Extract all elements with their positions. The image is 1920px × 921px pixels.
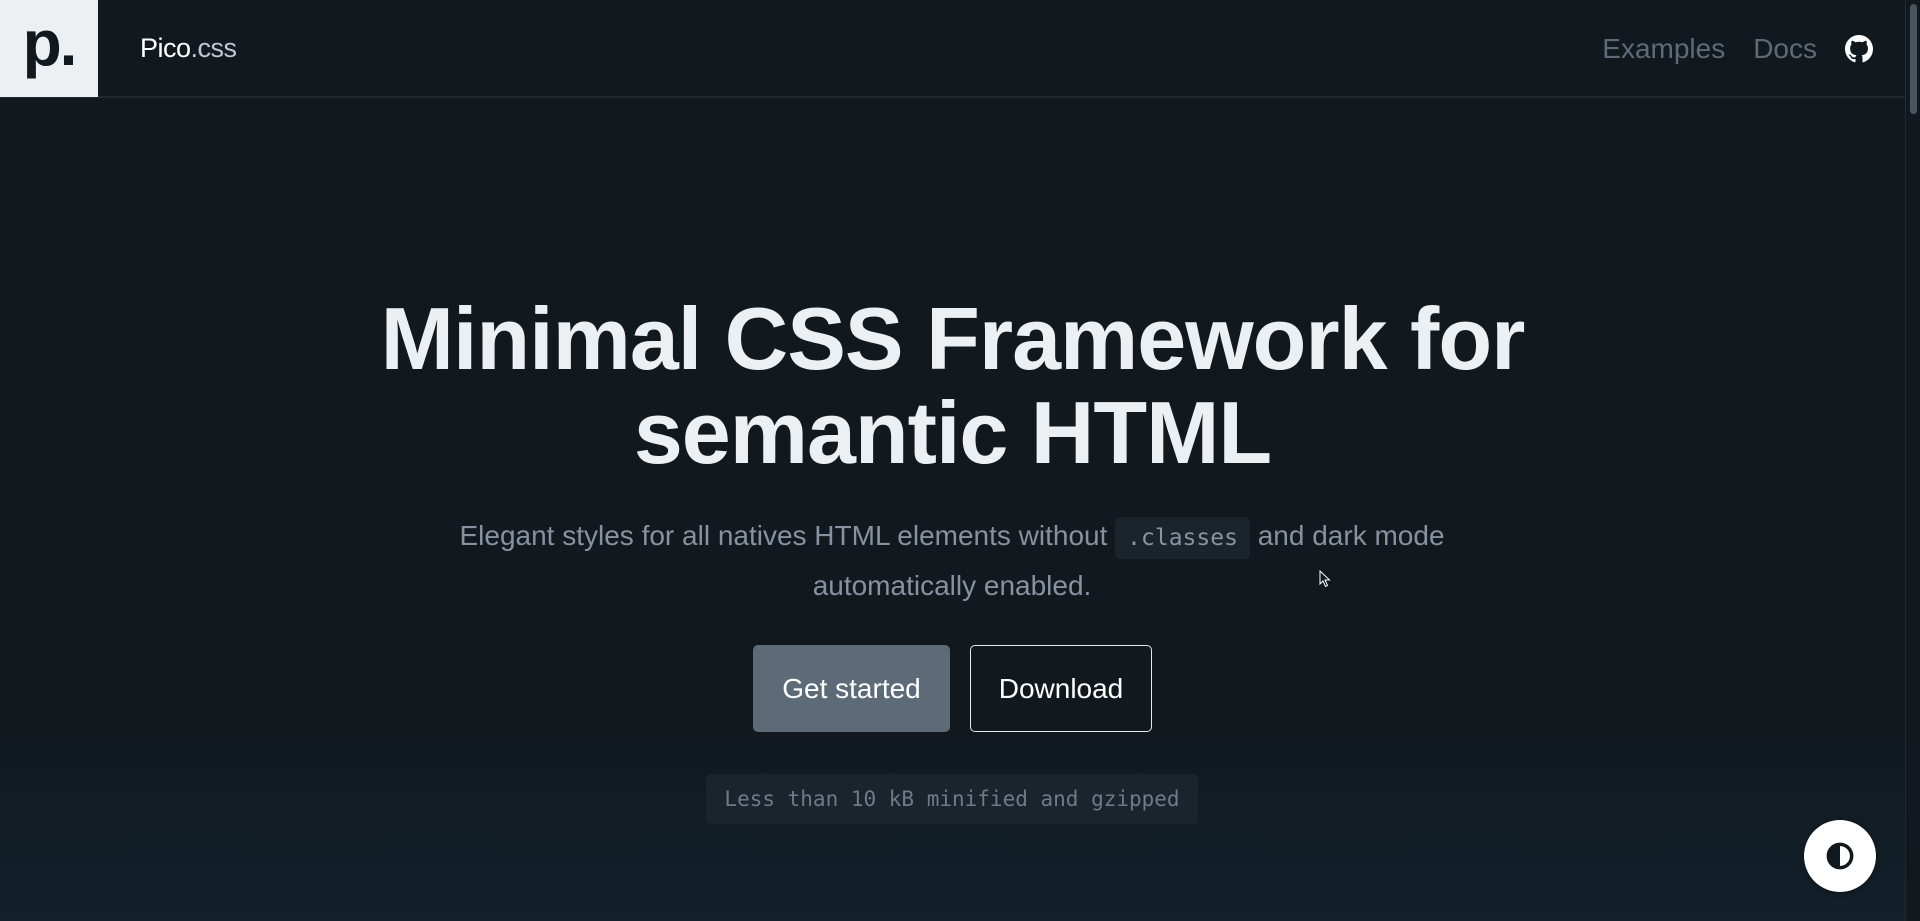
title-line-2: semantic HTML bbox=[633, 383, 1272, 482]
title-line-1: Minimal CSS Framework for bbox=[380, 289, 1526, 388]
page-title: Minimal CSS Framework for semantic HTML bbox=[0, 292, 1905, 480]
brand-name: Pico bbox=[140, 32, 191, 63]
scrollbar-thumb[interactable] bbox=[1910, 4, 1917, 114]
theme-toggle-button[interactable] bbox=[1804, 820, 1876, 892]
mouse-cursor-icon bbox=[1319, 570, 1331, 588]
logo[interactable]: p. bbox=[0, 0, 98, 97]
top-nav: p. Pico.css Examples Docs bbox=[0, 0, 1905, 98]
brand-link[interactable]: Pico.css bbox=[140, 33, 237, 64]
brand-ext: .css bbox=[190, 32, 238, 63]
subtitle: Elegant styles for all natives HTML elem… bbox=[452, 512, 1452, 609]
hero-actions: Get started Download bbox=[753, 645, 1152, 732]
contrast-icon bbox=[1826, 842, 1854, 870]
nav-links: Examples Docs bbox=[1602, 0, 1873, 98]
download-button[interactable]: Download bbox=[970, 645, 1152, 732]
github-link[interactable] bbox=[1845, 35, 1873, 63]
subtitle-text: Elegant styles for all natives HTML elem… bbox=[459, 520, 1116, 551]
size-note: Less than 10 kB minified and gzipped bbox=[706, 774, 1198, 824]
inline-code: .classes bbox=[1115, 517, 1250, 559]
nav-examples[interactable]: Examples bbox=[1602, 33, 1725, 65]
nav-docs[interactable]: Docs bbox=[1753, 33, 1817, 65]
get-started-button[interactable]: Get started bbox=[753, 645, 950, 732]
scrollbar[interactable] bbox=[1905, 0, 1920, 921]
github-icon bbox=[1845, 35, 1873, 63]
